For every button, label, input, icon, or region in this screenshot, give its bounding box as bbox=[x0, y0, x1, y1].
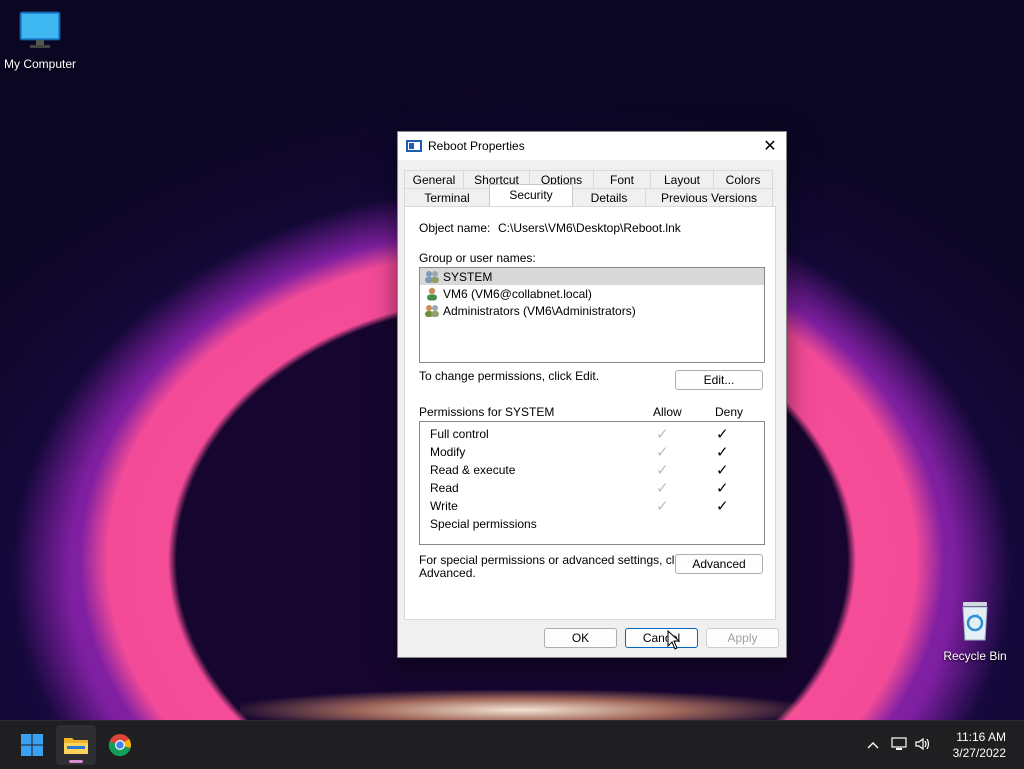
taskbar-chrome[interactable] bbox=[100, 725, 140, 765]
user-name: VM6 (VM6@collabnet.local) bbox=[443, 286, 592, 301]
clock-time: 11:16 AM bbox=[956, 730, 1006, 744]
chrome-icon bbox=[108, 734, 131, 757]
tab-security[interactable]: Security bbox=[489, 184, 573, 206]
deny-check-icon: ✓ bbox=[716, 462, 729, 479]
tab-previous-versions[interactable]: Previous Versions bbox=[645, 188, 773, 206]
deny-header: Deny bbox=[715, 405, 744, 419]
tab-layout[interactable]: Layout bbox=[650, 170, 714, 188]
ok-button[interactable]: OK bbox=[544, 628, 617, 648]
apply-button[interactable]: Apply bbox=[706, 628, 779, 648]
tab-row-2: Terminal Security Details Previous Versi… bbox=[404, 184, 776, 206]
folder-icon bbox=[64, 738, 88, 754]
object-name-label: Object name: bbox=[419, 221, 491, 235]
system-tray bbox=[864, 721, 932, 769]
permission-name: Read & execute bbox=[430, 463, 516, 477]
deny-check-icon: ✓ bbox=[716, 498, 729, 515]
permission-row-write: Write ✓ ✓ bbox=[420, 497, 764, 515]
tab-general[interactable]: General bbox=[404, 170, 464, 188]
close-icon: ✕ bbox=[763, 138, 777, 155]
permissions-for-label: Permissions for SYSTEM bbox=[419, 405, 555, 419]
taskbar-clock[interactable]: 11:16 AM 3/27/2022 bbox=[953, 729, 1006, 761]
user-list[interactable]: SYSTEM VM6 (VM6@collabnet.local) Adminis… bbox=[419, 267, 765, 363]
network-icon[interactable] bbox=[890, 736, 908, 755]
list-item-system[interactable]: SYSTEM bbox=[420, 268, 764, 285]
special-permissions-text-2: Advanced. bbox=[419, 566, 476, 580]
user-icon bbox=[427, 287, 437, 300]
desktop-icon-my-computer[interactable]: My Computer bbox=[0, 10, 80, 71]
permission-name: Special permissions bbox=[430, 517, 537, 531]
allow-check-icon: ✓ bbox=[656, 498, 669, 515]
permission-name: Write bbox=[430, 499, 458, 513]
special-permissions-text: For special permissions or advanced sett… bbox=[419, 553, 690, 567]
mouse-cursor-icon bbox=[667, 630, 681, 650]
object-name-value: C:\Users\VM6\Desktop\Reboot.lnk bbox=[498, 221, 681, 235]
desktop-icon-label: Recycle Bin bbox=[943, 649, 1007, 663]
permissions-list[interactable]: Full control ✓ ✓ Modify ✓ ✓ Read & execu… bbox=[419, 421, 765, 545]
desktop-icon-recycle-bin[interactable]: Recycle Bin bbox=[935, 598, 1015, 663]
windows-logo-icon bbox=[21, 734, 43, 756]
allow-check-icon: ✓ bbox=[656, 480, 669, 497]
permission-row-read: Read ✓ ✓ bbox=[420, 479, 764, 497]
volume-icon[interactable] bbox=[914, 736, 932, 755]
deny-check-icon: ✓ bbox=[716, 480, 729, 497]
dialog-titlebar[interactable]: Reboot Properties ✕ bbox=[398, 132, 786, 160]
shortcut-icon bbox=[406, 140, 422, 152]
desktop-icon-label: My Computer bbox=[3, 57, 77, 71]
tab-row-1: General Shortcut Options Font Layout Col… bbox=[404, 170, 776, 188]
allow-check-icon: ✓ bbox=[656, 426, 669, 443]
group-label: Group or user names: bbox=[419, 251, 536, 265]
taskbar-file-explorer[interactable] bbox=[56, 725, 96, 765]
user-name: Administrators (VM6\Administrators) bbox=[443, 303, 636, 318]
allow-header: Allow bbox=[653, 405, 682, 419]
user-group-icon bbox=[425, 304, 439, 317]
active-indicator bbox=[69, 760, 83, 763]
permission-row-read-execute: Read & execute ✓ ✓ bbox=[420, 461, 764, 479]
permission-row-modify: Modify ✓ ✓ bbox=[420, 443, 764, 461]
cancel-button[interactable]: Cancel bbox=[625, 628, 698, 648]
recycle-bin-icon bbox=[962, 602, 988, 641]
clock-date: 3/27/2022 bbox=[952, 746, 1006, 760]
change-permissions-text: To change permissions, click Edit. bbox=[419, 369, 600, 383]
permission-row-full-control: Full control ✓ ✓ bbox=[420, 425, 764, 443]
tab-strip: General Shortcut Options Font Layout Col… bbox=[404, 170, 776, 206]
security-panel: Object name: C:\Users\VM6\Desktop\Reboot… bbox=[404, 206, 776, 620]
list-item-vm6[interactable]: VM6 (VM6@collabnet.local) bbox=[420, 285, 764, 302]
deny-check-icon: ✓ bbox=[716, 444, 729, 461]
list-item-administrators[interactable]: Administrators (VM6\Administrators) bbox=[420, 302, 764, 319]
tab-details[interactable]: Details bbox=[572, 188, 646, 206]
user-name: SYSTEM bbox=[443, 269, 493, 284]
advanced-button[interactable]: Advanced bbox=[675, 554, 763, 574]
permission-name: Read bbox=[430, 481, 459, 495]
start-button[interactable] bbox=[12, 725, 52, 765]
allow-check-icon: ✓ bbox=[656, 462, 669, 479]
permission-name: Modify bbox=[430, 445, 466, 459]
close-button[interactable]: ✕ bbox=[754, 132, 786, 160]
user-group-icon bbox=[425, 270, 439, 283]
edit-button[interactable]: Edit... bbox=[675, 370, 763, 390]
tab-font[interactable]: Font bbox=[593, 170, 651, 188]
tab-terminal[interactable]: Terminal bbox=[404, 188, 490, 206]
dialog-title: Reboot Properties bbox=[428, 139, 525, 153]
permission-row-special: Special permissions bbox=[420, 515, 764, 533]
deny-check-icon: ✓ bbox=[716, 426, 729, 443]
properties-dialog: Reboot Properties ✕ General Shortcut Opt… bbox=[397, 131, 787, 658]
permission-name: Full control bbox=[430, 427, 489, 441]
taskbar: 11:16 AM 3/27/2022 bbox=[0, 720, 1024, 769]
tab-colors[interactable]: Colors bbox=[713, 170, 773, 188]
monitor-icon bbox=[19, 11, 61, 48]
chevron-up-icon[interactable] bbox=[864, 737, 882, 753]
allow-check-icon: ✓ bbox=[656, 444, 669, 461]
